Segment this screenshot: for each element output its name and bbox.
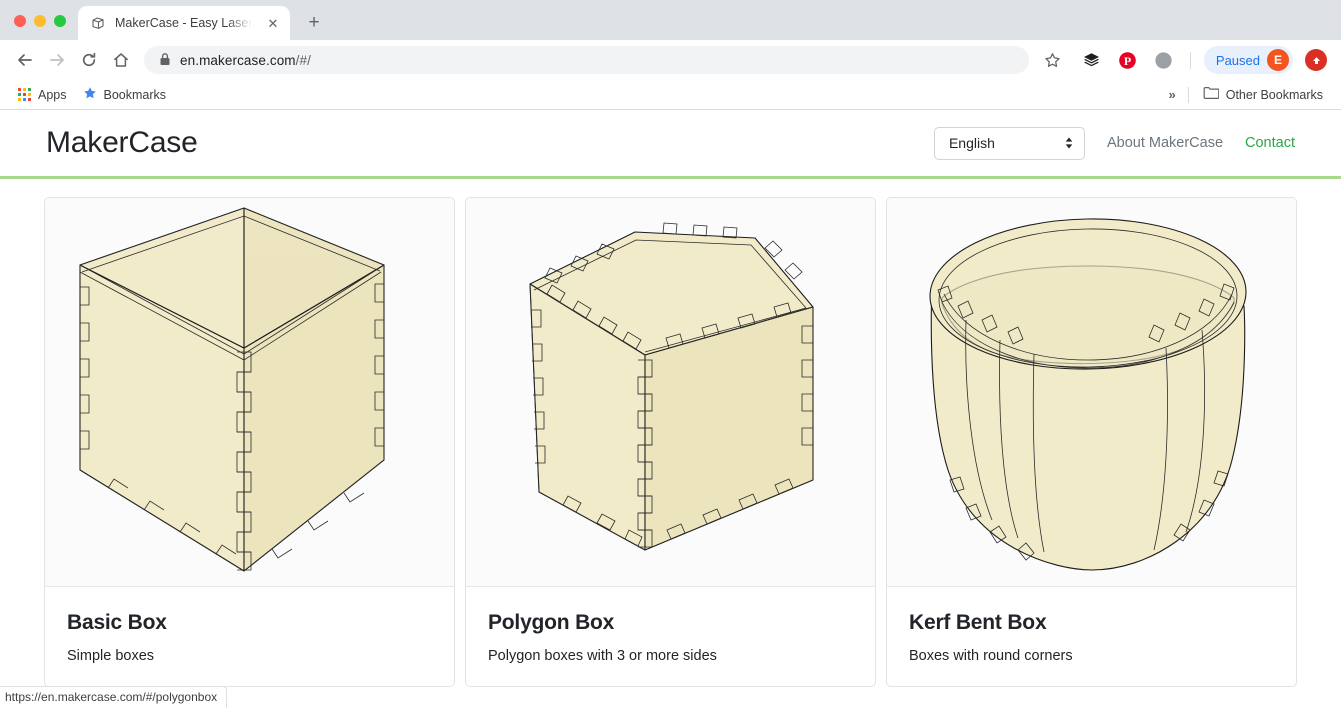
card-kerf-bent-box-body: Kerf Bent Box Boxes with round corners [887, 587, 1296, 686]
other-bookmarks-label: Other Bookmarks [1226, 88, 1323, 102]
kerf-bent-box-illustration [887, 198, 1296, 587]
toolbar-divider [1190, 52, 1191, 69]
minimize-window-button[interactable] [34, 15, 46, 27]
tab-strip: MakerCase - Easy Laser Cut Ca ✕ + [0, 0, 1341, 40]
paused-label: Paused [1216, 53, 1260, 68]
home-button[interactable] [106, 45, 136, 75]
card-description: Polygon boxes with 3 or more sides [488, 648, 853, 664]
bookmark-star-icon[interactable] [1039, 46, 1067, 74]
site-header: MakerCase English About MakerCase Contac… [0, 110, 1341, 179]
polygon-box-illustration [466, 198, 875, 587]
close-window-button[interactable] [14, 15, 26, 27]
basic-box-illustration [45, 198, 454, 587]
open-top-finger-joint-box-icon [72, 202, 427, 582]
bookmarks-bar: Apps Bookmarks » Other Bookmarks [0, 80, 1341, 110]
card-basic-box-body: Basic Box Simple boxes [45, 587, 454, 686]
language-select[interactable]: English [934, 127, 1085, 160]
bookmark-apps[interactable]: Apps [10, 84, 75, 106]
maximize-window-button[interactable] [54, 15, 66, 27]
forward-button[interactable] [42, 45, 72, 75]
card-basic-box[interactable]: Basic Box Simple boxes [44, 197, 455, 687]
folder-icon [1203, 86, 1219, 103]
cube-icon [90, 15, 106, 31]
close-tab-button[interactable]: ✕ [264, 14, 282, 32]
profile-paused-button[interactable]: Paused E [1204, 46, 1293, 74]
card-title: Basic Box [67, 611, 432, 635]
other-bookmarks-button[interactable]: Other Bookmarks [1195, 82, 1331, 107]
kerf-bent-rounded-box-icon [914, 202, 1269, 582]
bookmark-bookmarks-label: Bookmarks [104, 88, 167, 102]
site-brand[interactable]: MakerCase [46, 126, 198, 160]
reload-button[interactable] [74, 45, 104, 75]
nav-link-about[interactable]: About MakerCase [1107, 135, 1223, 151]
header-nav: English About MakerCase Contact [934, 127, 1295, 160]
star-icon [83, 86, 97, 103]
tab-title: MakerCase - Easy Laser Cut Ca [115, 16, 255, 30]
layers-extension-icon[interactable] [1079, 47, 1105, 73]
bookmark-bookmarks-folder[interactable]: Bookmarks [75, 82, 175, 107]
lock-icon [159, 52, 171, 69]
avatar: E [1267, 49, 1289, 71]
window-controls [10, 15, 78, 40]
browser-tab[interactable]: MakerCase - Easy Laser Cut Ca ✕ [78, 6, 290, 40]
box-type-card-grid: Basic Box Simple boxes [0, 179, 1341, 687]
nav-link-contact[interactable]: Contact [1245, 135, 1295, 151]
url-text: en.makercase.com/#/ [180, 53, 311, 68]
card-description: Boxes with round corners [909, 648, 1274, 664]
back-button[interactable] [10, 45, 40, 75]
bookmark-apps-label: Apps [38, 88, 67, 102]
card-title: Kerf Bent Box [909, 611, 1274, 635]
new-tab-button[interactable]: + [300, 8, 328, 36]
svg-text:P: P [1124, 54, 1131, 68]
closed-polygon-finger-joint-box-icon [493, 202, 848, 582]
browser-toolbar: en.makercase.com/#/ P Pa [0, 40, 1341, 80]
page-viewport: MakerCase English About MakerCase Contac… [0, 110, 1341, 708]
bookmarks-overflow-button[interactable]: » [1163, 83, 1182, 106]
card-description: Simple boxes [67, 648, 432, 664]
card-kerf-bent-box[interactable]: Kerf Bent Box Boxes with round corners [886, 197, 1297, 687]
card-title: Polygon Box [488, 611, 853, 635]
url-host: en.makercase.com [180, 53, 296, 68]
card-polygon-box[interactable]: Polygon Box Polygon boxes with 3 or more… [465, 197, 876, 687]
language-select-value: English [949, 135, 995, 151]
bookmarks-divider [1188, 87, 1189, 103]
card-polygon-box-body: Polygon Box Polygon boxes with 3 or more… [466, 587, 875, 686]
pinterest-extension-icon[interactable]: P [1115, 47, 1141, 73]
update-upload-icon[interactable] [1305, 49, 1327, 71]
moon-extension-icon[interactable] [1151, 47, 1177, 73]
chevron-updown-icon [1064, 136, 1074, 150]
url-path: /#/ [296, 53, 311, 68]
browser-window: MakerCase - Easy Laser Cut Ca ✕ + [0, 0, 1341, 708]
status-bar-url: https://en.makercase.com/#/polygonbox [0, 686, 227, 708]
apps-grid-icon [18, 88, 31, 101]
address-bar[interactable]: en.makercase.com/#/ [144, 46, 1029, 74]
